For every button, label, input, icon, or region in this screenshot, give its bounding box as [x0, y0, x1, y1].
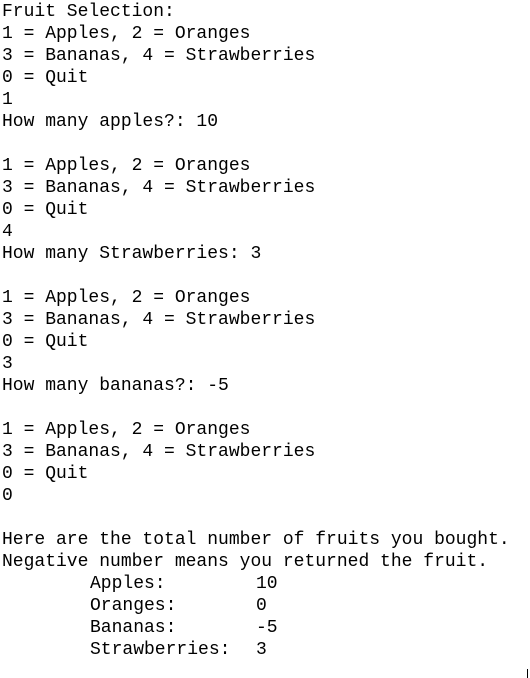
quantity-prompt: How many apples?: 10 [2, 112, 219, 132]
menu-line: 1 = Apples, 2 = Oranges [2, 420, 251, 440]
console-output: Fruit Selection: 1 = Apples, 2 = Oranges… [2, 1, 530, 661]
menu-line: 3 = Bananas, 4 = Strawberries [2, 442, 316, 462]
edge-mark [527, 669, 528, 678]
user-choice: 3 [2, 354, 13, 374]
summary-note: Negative number means you returned the f… [2, 552, 489, 572]
user-choice: 1 [2, 90, 13, 110]
summary-row-apples: Apples: 10 [2, 573, 530, 595]
summary-label: Strawberries: [90, 640, 231, 660]
menu-line: 0 = Quit [2, 68, 89, 88]
summary-row-oranges: Oranges: 0 [2, 595, 530, 617]
summary-value: 10 [256, 574, 278, 594]
summary-label: Oranges: [90, 596, 177, 616]
summary-row-bananas: Bananas: -5 [2, 617, 530, 639]
menu-line: 3 = Bananas, 4 = Strawberries [2, 46, 316, 66]
menu-line: 3 = Bananas, 4 = Strawberries [2, 178, 316, 198]
user-choice: 4 [2, 222, 13, 242]
menu-line: 0 = Quit [2, 464, 89, 484]
console-title: Fruit Selection: [2, 2, 175, 22]
menu-line: 1 = Apples, 2 = Oranges [2, 288, 251, 308]
quantity-prompt: How many Strawberries: 3 [2, 244, 262, 264]
menu-line: 0 = Quit [2, 332, 89, 352]
menu-line: 3 = Bananas, 4 = Strawberries [2, 310, 316, 330]
quantity-prompt: How many bananas?: -5 [2, 376, 229, 396]
menu-line: 1 = Apples, 2 = Oranges [2, 24, 251, 44]
summary-value: -5 [256, 618, 278, 638]
summary-value: 0 [256, 596, 267, 616]
summary-row-strawberries: Strawberries: 3 [2, 639, 530, 661]
summary-heading: Here are the total number of fruits you … [2, 530, 510, 550]
summary-value: 3 [256, 640, 267, 660]
user-choice: 0 [2, 486, 13, 506]
summary-label: Bananas: [90, 618, 177, 638]
menu-line: 1 = Apples, 2 = Oranges [2, 156, 251, 176]
menu-line: 0 = Quit [2, 200, 89, 220]
summary-label: Apples: [90, 574, 166, 594]
